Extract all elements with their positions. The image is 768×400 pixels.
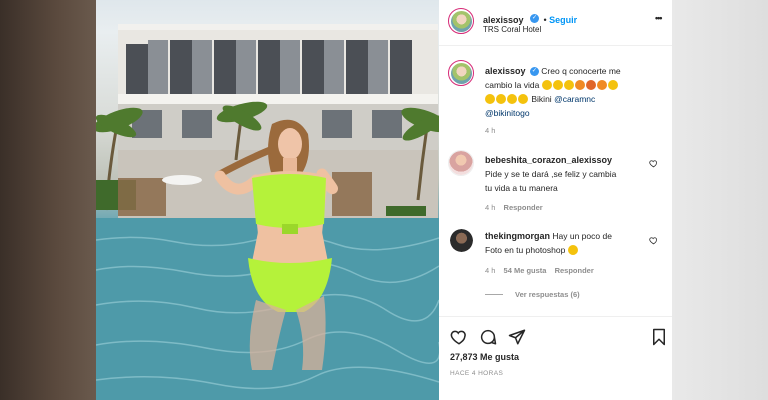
caption-time: 4 h — [485, 126, 496, 135]
view-replies-line — [485, 294, 503, 295]
like-comment-heart-icon[interactable] — [649, 159, 658, 168]
share-paper-plane-icon[interactable] — [508, 328, 526, 346]
emoji-icon — [496, 94, 506, 104]
comment-text: Foto en tu photoshop — [485, 245, 566, 255]
more-options-icon[interactable]: ••• — [655, 13, 663, 23]
emoji-icon — [596, 80, 607, 90]
emoji-icon — [607, 80, 618, 90]
emoji-icon — [518, 94, 528, 104]
comment-text: Pide y se te dará ,se feliz y cambia — [485, 169, 617, 179]
verified-badge-icon: ✓ — [529, 67, 539, 77]
like-comment-heart-icon[interactable] — [649, 236, 658, 245]
comment-likes[interactable]: 54 Me gusta — [504, 266, 547, 275]
reply-button[interactable]: Responder — [555, 266, 594, 275]
commenter-username[interactable]: thekingmorgan — [485, 231, 550, 241]
backdrop-left — [0, 0, 96, 400]
reply-button[interactable]: Responder — [504, 203, 543, 212]
save-bookmark-icon[interactable] — [651, 328, 667, 346]
post-likes-count[interactable]: 27,873 Me gusta — [450, 352, 519, 362]
backdrop-right — [672, 0, 768, 400]
comment-time: 4 h — [485, 203, 496, 212]
emoji-icon — [541, 80, 552, 90]
comment-bubble-icon[interactable] — [479, 328, 497, 346]
author-username[interactable]: alexissoy — [483, 15, 524, 25]
emoji-icon — [574, 80, 585, 90]
post-timestamp: HACE 4 HORAS — [450, 370, 504, 377]
view-replies-button[interactable]: Ver respuestas (6) — [515, 290, 580, 299]
caption-text-line2: cambio la vida — [485, 80, 540, 90]
commenter-avatar[interactable] — [450, 229, 473, 252]
mention-link[interactable]: @caramnc — [554, 94, 595, 104]
comment-text: tu vida a tu manera — [485, 183, 558, 193]
comment-time: 4 h — [485, 266, 496, 275]
post-photo[interactable] — [96, 0, 439, 400]
comment-text: Hay un poco de — [552, 231, 612, 241]
emoji-icon — [552, 80, 563, 90]
commenter-avatar[interactable] — [448, 150, 474, 176]
post-header: alexissoy ✓ • Seguir TRS Coral Hotel ••• — [439, 0, 672, 46]
caption-emojis — [541, 80, 619, 90]
caption-emojis — [485, 94, 529, 104]
verified-badge-icon: ✓ — [529, 14, 539, 24]
emoji-icon — [507, 94, 517, 104]
emoji-icon — [585, 80, 596, 90]
photo-illustration — [96, 24, 439, 400]
mention-link[interactable]: @bikinitogo — [485, 106, 667, 120]
post-location[interactable]: TRS Coral Hotel — [483, 25, 541, 34]
author-avatar[interactable] — [448, 8, 474, 34]
caption-username[interactable]: alexissoy — [485, 66, 526, 76]
like-heart-icon[interactable] — [450, 328, 468, 346]
commenter-username[interactable]: bebeshita_corazon_alexissoy — [485, 153, 661, 167]
caption-text-line3: Bikini — [531, 94, 552, 104]
post-detail-panel: alexissoy ✓ • Seguir TRS Coral Hotel •••… — [439, 0, 672, 400]
follow-button[interactable]: Seguir — [549, 15, 577, 25]
emoji-icon — [485, 94, 495, 104]
caption-avatar[interactable] — [448, 60, 474, 86]
emoji-icon — [563, 80, 574, 90]
caption-text-line1: Creo q conocerte me — [541, 66, 621, 76]
smile-emoji-icon — [567, 245, 578, 255]
